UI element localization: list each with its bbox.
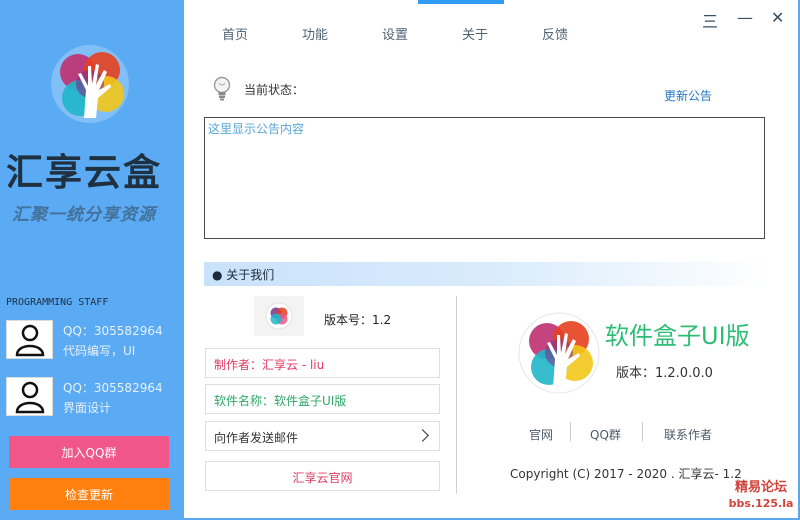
large-app-logo xyxy=(518,312,600,394)
menu-icon[interactable]: 三 xyxy=(702,8,718,32)
tab-about[interactable]: 关于 xyxy=(462,24,488,43)
watermark-title: 精易论坛 xyxy=(734,480,787,495)
watermark-url: bbs.125.la xyxy=(728,497,794,510)
update-notice-link[interactable]: 更新公告 xyxy=(664,87,712,104)
join-qq-group-button[interactable]: 加入QQ群 xyxy=(9,436,169,468)
staff-item: QQ：305582964 代码编写，UI xyxy=(6,320,182,360)
author-row: 制作者：汇享云 - liu xyxy=(205,348,440,378)
notice-textbox[interactable]: 这里显示公告内容 xyxy=(204,117,765,239)
staff-qq: QQ：305582964 xyxy=(63,381,163,395)
notice-content: 这里显示公告内容 xyxy=(208,122,305,136)
tab-home[interactable]: 首页 xyxy=(222,24,248,43)
main-panel: 首页 功能 设置 关于 反馈 三 — ✕ 当前状态： 更新公告 这里显示公告内容… xyxy=(184,0,798,518)
user-icon xyxy=(6,377,53,416)
official-website-link[interactable]: 官网 xyxy=(529,426,553,443)
staff-item: QQ：305582964 界面设计 xyxy=(6,377,182,417)
link-separator xyxy=(570,422,571,441)
brand-subtitle: 汇聚一统分享资源 xyxy=(12,205,156,225)
app-logo xyxy=(50,44,130,124)
column-divider xyxy=(456,296,457,494)
app-name: 软件盒子UI版 xyxy=(605,322,750,350)
version-number: 版本号：1.2 xyxy=(324,313,392,327)
status-label: 当前状态： xyxy=(244,83,305,97)
staff-role: 代码编写，UI xyxy=(63,344,136,358)
brand-title: 汇享云盒 xyxy=(6,150,162,194)
software-name-row: 软件名称：软件盒子UI版 xyxy=(205,384,440,414)
watermark: 精易论坛 bbs.125.la xyxy=(726,480,796,512)
author-text: 制作者：汇享云 - liu xyxy=(214,358,325,372)
send-email-label: 向作者发送邮件 xyxy=(214,431,299,445)
check-update-button[interactable]: 检查更新 xyxy=(9,478,169,510)
link-separator xyxy=(642,422,643,441)
tab-settings[interactable]: 设置 xyxy=(382,24,408,43)
qq-group-link[interactable]: QQ群 xyxy=(590,426,621,443)
official-site-button[interactable]: 汇享云官网 xyxy=(205,461,440,491)
software-name-text: 软件名称：软件盒子UI版 xyxy=(214,394,347,408)
small-app-logo xyxy=(254,296,304,336)
chevron-right-icon xyxy=(416,429,429,442)
sidebar: 汇享云盒 汇聚一统分享资源 PROGRAMMING STAFF QQ：30558… xyxy=(0,0,184,520)
app-version: 版本：1.2.0.0.0 xyxy=(616,366,713,381)
tab-features[interactable]: 功能 xyxy=(302,24,328,43)
close-icon[interactable]: ✕ xyxy=(771,8,784,27)
contact-author-link[interactable]: 联系作者 xyxy=(664,426,712,443)
about-section-title: ● 关于我们 xyxy=(212,268,275,282)
lightbulb-icon xyxy=(212,76,232,102)
send-email-button[interactable]: 向作者发送邮件 xyxy=(205,421,440,451)
staff-role: 界面设计 xyxy=(63,401,112,415)
active-tab-indicator xyxy=(418,0,504,4)
staff-qq: QQ：305582964 xyxy=(63,324,163,338)
staff-title: PROGRAMMING STAFF xyxy=(6,297,109,308)
copyright-text: Copyright (C) 2017 - 2020 . 汇享云- 1.2 xyxy=(510,467,742,481)
official-site-label: 汇享云官网 xyxy=(292,471,353,485)
about-section-header: ● 关于我们 xyxy=(204,262,774,286)
tab-feedback[interactable]: 反馈 xyxy=(542,24,568,43)
minimize-icon[interactable]: — xyxy=(737,8,753,27)
user-icon xyxy=(6,320,53,359)
